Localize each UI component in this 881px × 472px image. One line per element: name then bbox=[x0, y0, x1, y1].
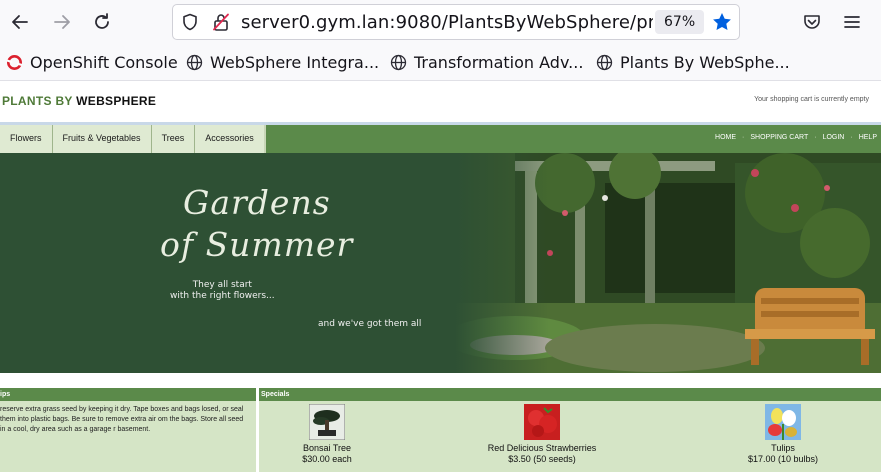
tab-trees[interactable]: Trees bbox=[152, 125, 196, 153]
logo-websphere: WEBSPHERE bbox=[76, 94, 157, 108]
specials-heading: Specials bbox=[259, 388, 881, 401]
pocket-icon[interactable] bbox=[800, 10, 824, 34]
special-item-strawberries[interactable]: Red Delicious Strawberries $3.50 (50 see… bbox=[452, 404, 632, 465]
tab-fruits-vegetables[interactable]: Fruits & Vegetables bbox=[53, 125, 152, 153]
hamburger-menu-icon[interactable] bbox=[840, 10, 864, 34]
cart-status: Your shopping cart is currently empty bbox=[754, 96, 869, 103]
link-shopping-cart[interactable]: SHOPPING CART bbox=[750, 134, 808, 141]
reload-button[interactable] bbox=[88, 8, 116, 36]
bookmark-label: WebSphere Integra... bbox=[210, 52, 380, 72]
strawberries-image[interactable] bbox=[524, 404, 560, 440]
special-item-name[interactable]: Tulips bbox=[693, 443, 873, 454]
bookmark-websphere-integration[interactable]: WebSphere Integra... bbox=[186, 50, 379, 74]
url-text[interactable]: server0.gym.lan:9080/PlantsByWebSphere/p… bbox=[241, 12, 653, 33]
special-item-price: $30.00 each bbox=[302, 454, 352, 464]
garden-photo bbox=[455, 153, 881, 373]
site-logo[interactable]: PLANTS BY WEBSPHERE bbox=[2, 94, 156, 108]
spacer bbox=[0, 373, 881, 388]
hero-subtitle: They all start with the right flowers... bbox=[170, 280, 275, 302]
globe-icon bbox=[390, 54, 407, 70]
bookmark-label: Transformation Adv... bbox=[414, 52, 584, 72]
tab-flowers[interactable]: Flowers bbox=[0, 125, 53, 153]
tracking-shield-icon[interactable] bbox=[181, 13, 199, 31]
top-links: HOME · SHOPPING CART · LOGIN · HELP bbox=[709, 134, 877, 141]
bookmark-plants-by-websphere[interactable]: Plants By WebSphe... bbox=[596, 50, 790, 74]
special-item-name[interactable]: Bonsai Tree bbox=[237, 443, 417, 454]
special-item-price: $3.50 (50 seeds) bbox=[508, 454, 576, 464]
bookmark-label: OpenShift Console bbox=[30, 52, 178, 72]
hero-tagline: and we've got them all bbox=[318, 319, 422, 329]
hero-subtitle-line1: They all start bbox=[192, 280, 252, 290]
address-bar[interactable]: server0.gym.lan:9080/PlantsByWebSphere/p… bbox=[172, 4, 740, 40]
back-arrow-icon bbox=[12, 15, 28, 29]
special-item-name[interactable]: Red Delicious Strawberries bbox=[452, 443, 632, 454]
zoom-level-badge[interactable]: 67% bbox=[655, 10, 705, 34]
forward-button[interactable] bbox=[48, 8, 76, 36]
separator: · bbox=[814, 134, 817, 141]
separator: · bbox=[742, 134, 745, 141]
specials-panel: Bonsai Tree $30.00 each Red Delicious St… bbox=[259, 401, 881, 472]
browser-toolbar: server0.gym.lan:9080/PlantsByWebSphere/p… bbox=[0, 0, 881, 44]
openshift-icon bbox=[6, 54, 23, 70]
site-navbar: Flowers Fruits & Vegetables Trees Access… bbox=[0, 125, 881, 156]
bookmark-star-icon[interactable] bbox=[711, 11, 733, 33]
web-page: PLANTS BY WEBSPHERE Your shopping cart i… bbox=[0, 81, 881, 472]
link-login[interactable]: LOGIN bbox=[823, 134, 845, 141]
bonsai-tree-image[interactable] bbox=[309, 404, 345, 440]
back-button[interactable] bbox=[6, 8, 34, 36]
forward-arrow-icon bbox=[54, 15, 70, 29]
hero-subtitle-line2: with the right flowers... bbox=[170, 291, 275, 301]
reload-icon bbox=[95, 13, 109, 29]
link-home[interactable]: HOME bbox=[715, 134, 736, 141]
tips-heading: ips bbox=[0, 388, 256, 401]
link-help[interactable]: HELP bbox=[859, 134, 877, 141]
bookmark-label: Plants By WebSphe... bbox=[620, 52, 790, 72]
category-tabs: Flowers Fruits & Vegetables Trees Access… bbox=[0, 125, 266, 156]
insecure-lock-icon[interactable] bbox=[211, 12, 231, 32]
special-item-tulips[interactable]: Tulips $17.00 (10 bulbs) bbox=[693, 404, 873, 465]
separator: · bbox=[850, 134, 853, 141]
hero-title-line2: of Summer bbox=[160, 225, 354, 264]
bookmark-transformation-advisor[interactable]: Transformation Adv... bbox=[390, 50, 583, 74]
bookmark-openshift[interactable]: OpenShift Console bbox=[6, 50, 178, 74]
logo-plants: PLANTS bbox=[2, 94, 52, 108]
globe-icon bbox=[596, 54, 613, 70]
globe-icon bbox=[186, 54, 203, 70]
special-item-price: $17.00 (10 bulbs) bbox=[747, 454, 819, 464]
tab-accessories[interactable]: Accessories bbox=[195, 125, 264, 153]
promo-banner[interactable]: Gardens of Summer They all start with th… bbox=[0, 153, 881, 373]
logo-by: BY bbox=[55, 94, 73, 108]
hero-title-line1: Gardens bbox=[183, 183, 331, 222]
tips-text: reserve extra grass seed by keeping it d… bbox=[0, 401, 256, 472]
tulips-image[interactable] bbox=[765, 404, 801, 440]
special-item-bonsai[interactable]: Bonsai Tree $30.00 each bbox=[237, 404, 417, 465]
bookmarks-bar: OpenShift Console WebSphere Integra... T… bbox=[0, 44, 881, 81]
